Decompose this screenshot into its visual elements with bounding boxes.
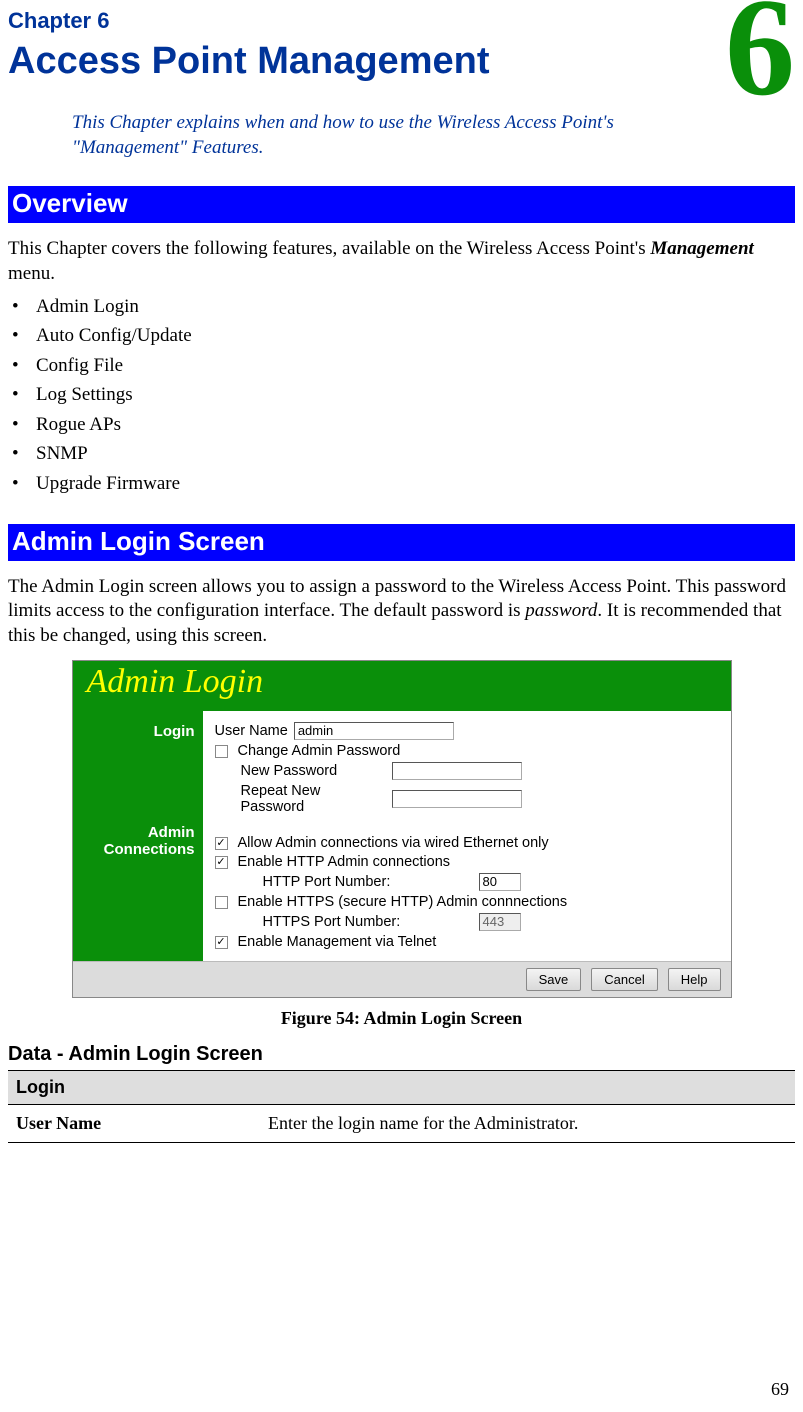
data-row-value: Enter the login name for the Administrat… (260, 1105, 795, 1143)
chapter-intro: This Chapter explains when and how to us… (72, 111, 672, 160)
overview-text-post: menu. (8, 263, 55, 284)
figure-admin-login: Admin Login Login Admin Connections User… (72, 660, 732, 998)
figure-caption: Figure 54: Admin Login Screen (72, 1008, 732, 1029)
overview-text-pre: This Chapter covers the following featur… (8, 238, 650, 259)
figure-form: User Name admin Change Admin Password Ne… (203, 711, 731, 961)
table-row: User Name Enter the login name for the A… (8, 1105, 795, 1143)
data-table: Login User Name Enter the login name for… (8, 1070, 795, 1143)
overview-item: SNMP (8, 439, 795, 468)
overview-text-em: Management (650, 238, 753, 259)
enable-https-label: Enable HTTPS (secure HTTP) Admin connnec… (238, 894, 568, 910)
repeat-password-input[interactable] (392, 790, 522, 808)
http-port-input[interactable]: 80 (479, 873, 521, 891)
enable-telnet-checkbox[interactable]: ✓ (215, 936, 228, 949)
new-password-input[interactable] (392, 762, 522, 780)
figure-side-label-login: Login (81, 723, 195, 740)
overview-item: Rogue APs (8, 410, 795, 439)
overview-item: Log Settings (8, 380, 795, 409)
https-port-label: HTTPS Port Number: (263, 914, 473, 930)
figure-button-bar: Save Cancel Help (73, 961, 731, 997)
enable-https-checkbox[interactable] (215, 896, 228, 909)
cancel-button[interactable]: Cancel (591, 968, 657, 991)
change-password-checkbox[interactable] (215, 745, 228, 758)
page-title: Access Point Management (8, 40, 795, 83)
heading-admin-login: Admin Login Screen (8, 524, 795, 561)
overview-item: Auto Config/Update (8, 321, 795, 350)
http-port-label: HTTP Port Number: (263, 874, 473, 890)
username-input[interactable]: admin (294, 722, 454, 740)
overview-list: Admin Login Auto Config/Update Config Fi… (8, 292, 795, 498)
overview-item: Config File (8, 351, 795, 380)
username-label: User Name (215, 723, 288, 739)
admin-para-em: password (525, 600, 597, 621)
overview-text: This Chapter covers the following featur… (8, 237, 795, 286)
data-table-section: Login (8, 1071, 795, 1105)
enable-http-label: Enable HTTP Admin connections (238, 854, 451, 870)
page-number: 69 (771, 1379, 789, 1400)
help-button[interactable]: Help (668, 968, 721, 991)
figure-side-label-connections: Admin Connections (81, 824, 195, 858)
data-row-key: User Name (8, 1105, 260, 1143)
change-password-label: Change Admin Password (238, 743, 401, 759)
chapter-number-badge: 6 (725, 0, 795, 118)
chapter-label: Chapter 6 (8, 8, 795, 34)
https-port-input[interactable]: 443 (479, 913, 521, 931)
figure-header: Admin Login (73, 661, 731, 711)
heading-overview: Overview (8, 186, 795, 223)
admin-login-paragraph: The Admin Login screen allows you to ass… (8, 575, 795, 648)
data-table-heading: Data - Admin Login Screen (8, 1043, 795, 1066)
enable-telnet-label: Enable Management via Telnet (238, 934, 437, 950)
enable-http-checkbox[interactable]: ✓ (215, 856, 228, 869)
save-button[interactable]: Save (526, 968, 582, 991)
repeat-password-label: Repeat New Password (241, 783, 386, 815)
wired-only-checkbox[interactable]: ✓ (215, 837, 228, 850)
overview-item: Admin Login (8, 292, 795, 321)
new-password-label: New Password (241, 763, 386, 779)
wired-only-label: Allow Admin connections via wired Ethern… (238, 835, 549, 851)
overview-item: Upgrade Firmware (8, 469, 795, 498)
figure-sidebar: Login Admin Connections (73, 711, 203, 961)
